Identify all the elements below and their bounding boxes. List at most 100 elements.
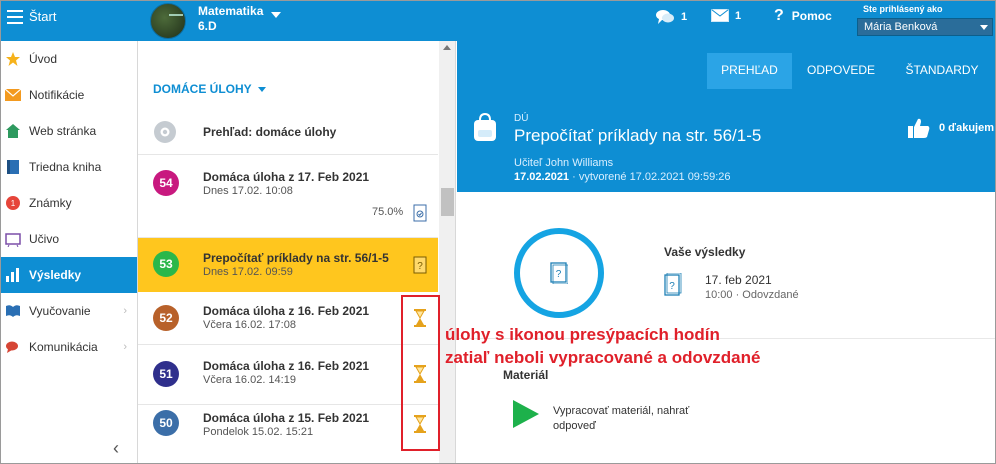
sidebar-item-vysledky[interactable]: Výsledky	[1, 257, 137, 293]
sidebar-item-label: Triedna kniha	[29, 160, 102, 174]
mail-button[interactable]: 1	[711, 9, 741, 22]
homework-title: Domáca úloha z 16. Feb 2021	[203, 359, 370, 373]
scroll-up-arrow-icon[interactable]	[443, 45, 451, 50]
tab-prehlad[interactable]: PREHĽAD	[707, 53, 792, 89]
annotation-highlight-box	[401, 295, 440, 451]
mail-count: 1	[735, 9, 742, 22]
sidebar-item-ucivo[interactable]: Učivo	[1, 221, 137, 257]
svg-text:?: ?	[417, 261, 423, 272]
envelope-icon	[5, 87, 21, 103]
open-book-icon	[5, 303, 21, 319]
tab-odpovede[interactable]: ODPOVEDE	[796, 53, 886, 89]
scrollbar-thumb[interactable]	[441, 188, 454, 216]
svg-text:?: ?	[669, 281, 675, 292]
homework-date: Včera 16.02. 17:08	[203, 319, 296, 331]
list-item[interactable]: 51 Domáca úloha z 16. Feb 2021 Včera 16.…	[138, 345, 438, 405]
created-date: · vytvorené 17.02.2021 09:59:26	[569, 171, 731, 183]
annotation-line-2: zatiaľ neboli vypracované a odovzdané	[445, 348, 761, 367]
sidebar-item-znamky[interactable]: 1 Známky	[1, 185, 137, 221]
play-icon[interactable]	[513, 400, 539, 428]
homework-number-badge: 51	[153, 361, 179, 387]
sidebar-item-label: Vyučovanie	[29, 304, 91, 318]
list-item[interactable]: 52 Domáca úloha z 16. Feb 2021 Včera 16.…	[138, 292, 438, 345]
detail-tabs: PREHĽAD ODPOVEDE ŠTANDARDY	[457, 41, 995, 89]
homework-date: Dnes 17.02. 10:08	[203, 185, 293, 197]
sidebar-item-label: Známky	[29, 196, 72, 210]
sidebar-item-komunikacia[interactable]: Komunikácia ›	[1, 329, 137, 365]
homework-date: Včera 16.02. 14:19	[203, 374, 296, 386]
class-dropdown-icon[interactable]	[271, 12, 281, 18]
sidebar-item-vyucovanie[interactable]: Vyučovanie ›	[1, 293, 137, 329]
overview-label: Prehľad: domáce úlohy	[203, 125, 337, 139]
overview-row[interactable]: Prehľad: domáce úlohy	[138, 108, 438, 155]
grade-icon: 1	[5, 195, 21, 211]
homework-title: Domáca úloha z 16. Feb 2021	[203, 304, 370, 318]
result-status: 10:00 · Odovzdané	[705, 289, 799, 301]
annotation-text: úlohy s ikonou presýpacích hodín zatiaľ …	[445, 323, 760, 369]
chat-icon	[5, 339, 21, 355]
list-item-selected[interactable]: 53 Prepočítať príklady na str. 56/1-5 Dn…	[138, 238, 438, 292]
chat-bubbles-icon	[656, 10, 674, 24]
homework-percent: 75.0%	[372, 206, 404, 218]
sidebar-item-web-stranka[interactable]: Web stránka	[1, 113, 137, 149]
homework-date: Dnes 17.02. 09:59	[203, 266, 293, 278]
sidebar-item-uvod[interactable]: Úvod	[1, 41, 137, 77]
sidebar-item-notifikacie[interactable]: Notifikácie	[1, 77, 137, 113]
question-icon: ?	[774, 7, 784, 24]
homework-number-badge: 52	[153, 305, 179, 331]
homework-detail: PREHĽAD ODPOVEDE ŠTANDARDY DÚ Prepočítať…	[457, 41, 995, 463]
list-item[interactable]: 54 Domáca úloha z 17. Feb 2021 Dnes 17.0…	[138, 156, 438, 238]
sidebar: Úvod Notifikácie Web stránka Triedna kni…	[1, 41, 138, 463]
top-bar: Štart Matematika 6.D 1 1 ? Pomoc Ste pri…	[1, 1, 995, 41]
material-description[interactable]: Vypracovať materiál, nahrať odpoveď	[553, 404, 723, 434]
messages-button[interactable]: 1	[655, 9, 687, 25]
chevron-down-icon	[980, 25, 988, 30]
sidebar-item-triedna-kniha[interactable]: Triedna kniha	[1, 149, 137, 185]
homework-number-badge: 53	[153, 251, 179, 277]
sidebar-item-label: Učivo	[29, 232, 60, 246]
sidebar-item-label: Komunikácia	[29, 340, 98, 354]
collapse-sidebar-icon[interactable]: ‹	[113, 438, 119, 459]
homework-title: Domáca úloha z 17. Feb 2021	[203, 170, 370, 184]
class-avatar[interactable]	[150, 3, 186, 39]
list-item[interactable]: 50 Domáca úloha z 15. Feb 2021 Pondelok …	[138, 405, 438, 463]
hamburger-menu-icon[interactable]	[7, 10, 23, 24]
sidebar-item-label: Úvod	[29, 52, 58, 66]
annotation-line-1: úlohy s ikonou presýpacích hodín	[445, 325, 720, 344]
gear-icon	[154, 121, 176, 143]
sidebar-item-label: Notifikácie	[29, 88, 85, 102]
class-name[interactable]: 6.D	[198, 19, 217, 33]
material-label: Materiál	[503, 368, 549, 382]
chevron-down-icon	[257, 86, 266, 92]
house-icon	[5, 123, 21, 139]
help-button[interactable]: ? Pomoc	[774, 7, 832, 25]
user-switcher[interactable]: Ste prihlásený ako Mária Benková	[857, 4, 993, 38]
thanks-button[interactable]: 0 ďakujem	[907, 117, 994, 139]
tab-standardy[interactable]: ŠTANDARDY	[897, 53, 987, 89]
messages-count: 1	[681, 11, 688, 23]
book-icon	[5, 159, 21, 175]
logged-as-label: Ste prihlásený ako	[863, 4, 943, 14]
class-subject[interactable]: Matematika	[198, 4, 263, 18]
svg-text:?: ?	[556, 269, 562, 280]
mail-icon	[711, 9, 729, 22]
teacher-name: Učiteľ John Williams	[514, 157, 614, 169]
homework-number-badge: 54	[153, 170, 179, 196]
question-doc-icon: ?	[413, 256, 427, 274]
chevron-right-icon[interactable]: ›	[123, 341, 127, 353]
due-date: 17.02.2021	[514, 171, 570, 183]
user-select[interactable]: Mária Benková	[857, 18, 993, 36]
user-name: Mária Benková	[864, 21, 938, 33]
homework-filter-dropdown[interactable]: DOMÁCE ÚLOHY	[153, 82, 266, 96]
homework-date: Pondelok 15.02. 15:21	[203, 426, 314, 438]
chevron-right-icon[interactable]: ›	[123, 305, 127, 317]
homework-dates: 17.02.2021 · vytvorené 17.02.2021 09:59:…	[514, 171, 731, 183]
sidebar-item-label: Web stránka	[29, 124, 97, 138]
app-window: Štart Matematika 6.D 1 1 ? Pomoc Ste pri…	[0, 0, 996, 464]
start-link[interactable]: Štart	[29, 9, 56, 24]
svg-text:1: 1	[11, 199, 16, 208]
results-title: Vaše výsledky	[664, 245, 746, 259]
list-scrollbar[interactable]	[439, 41, 455, 463]
homework-title: Prepočítať príklady na str. 56/1-5	[514, 126, 762, 145]
question-doc-icon: ?	[664, 273, 682, 296]
